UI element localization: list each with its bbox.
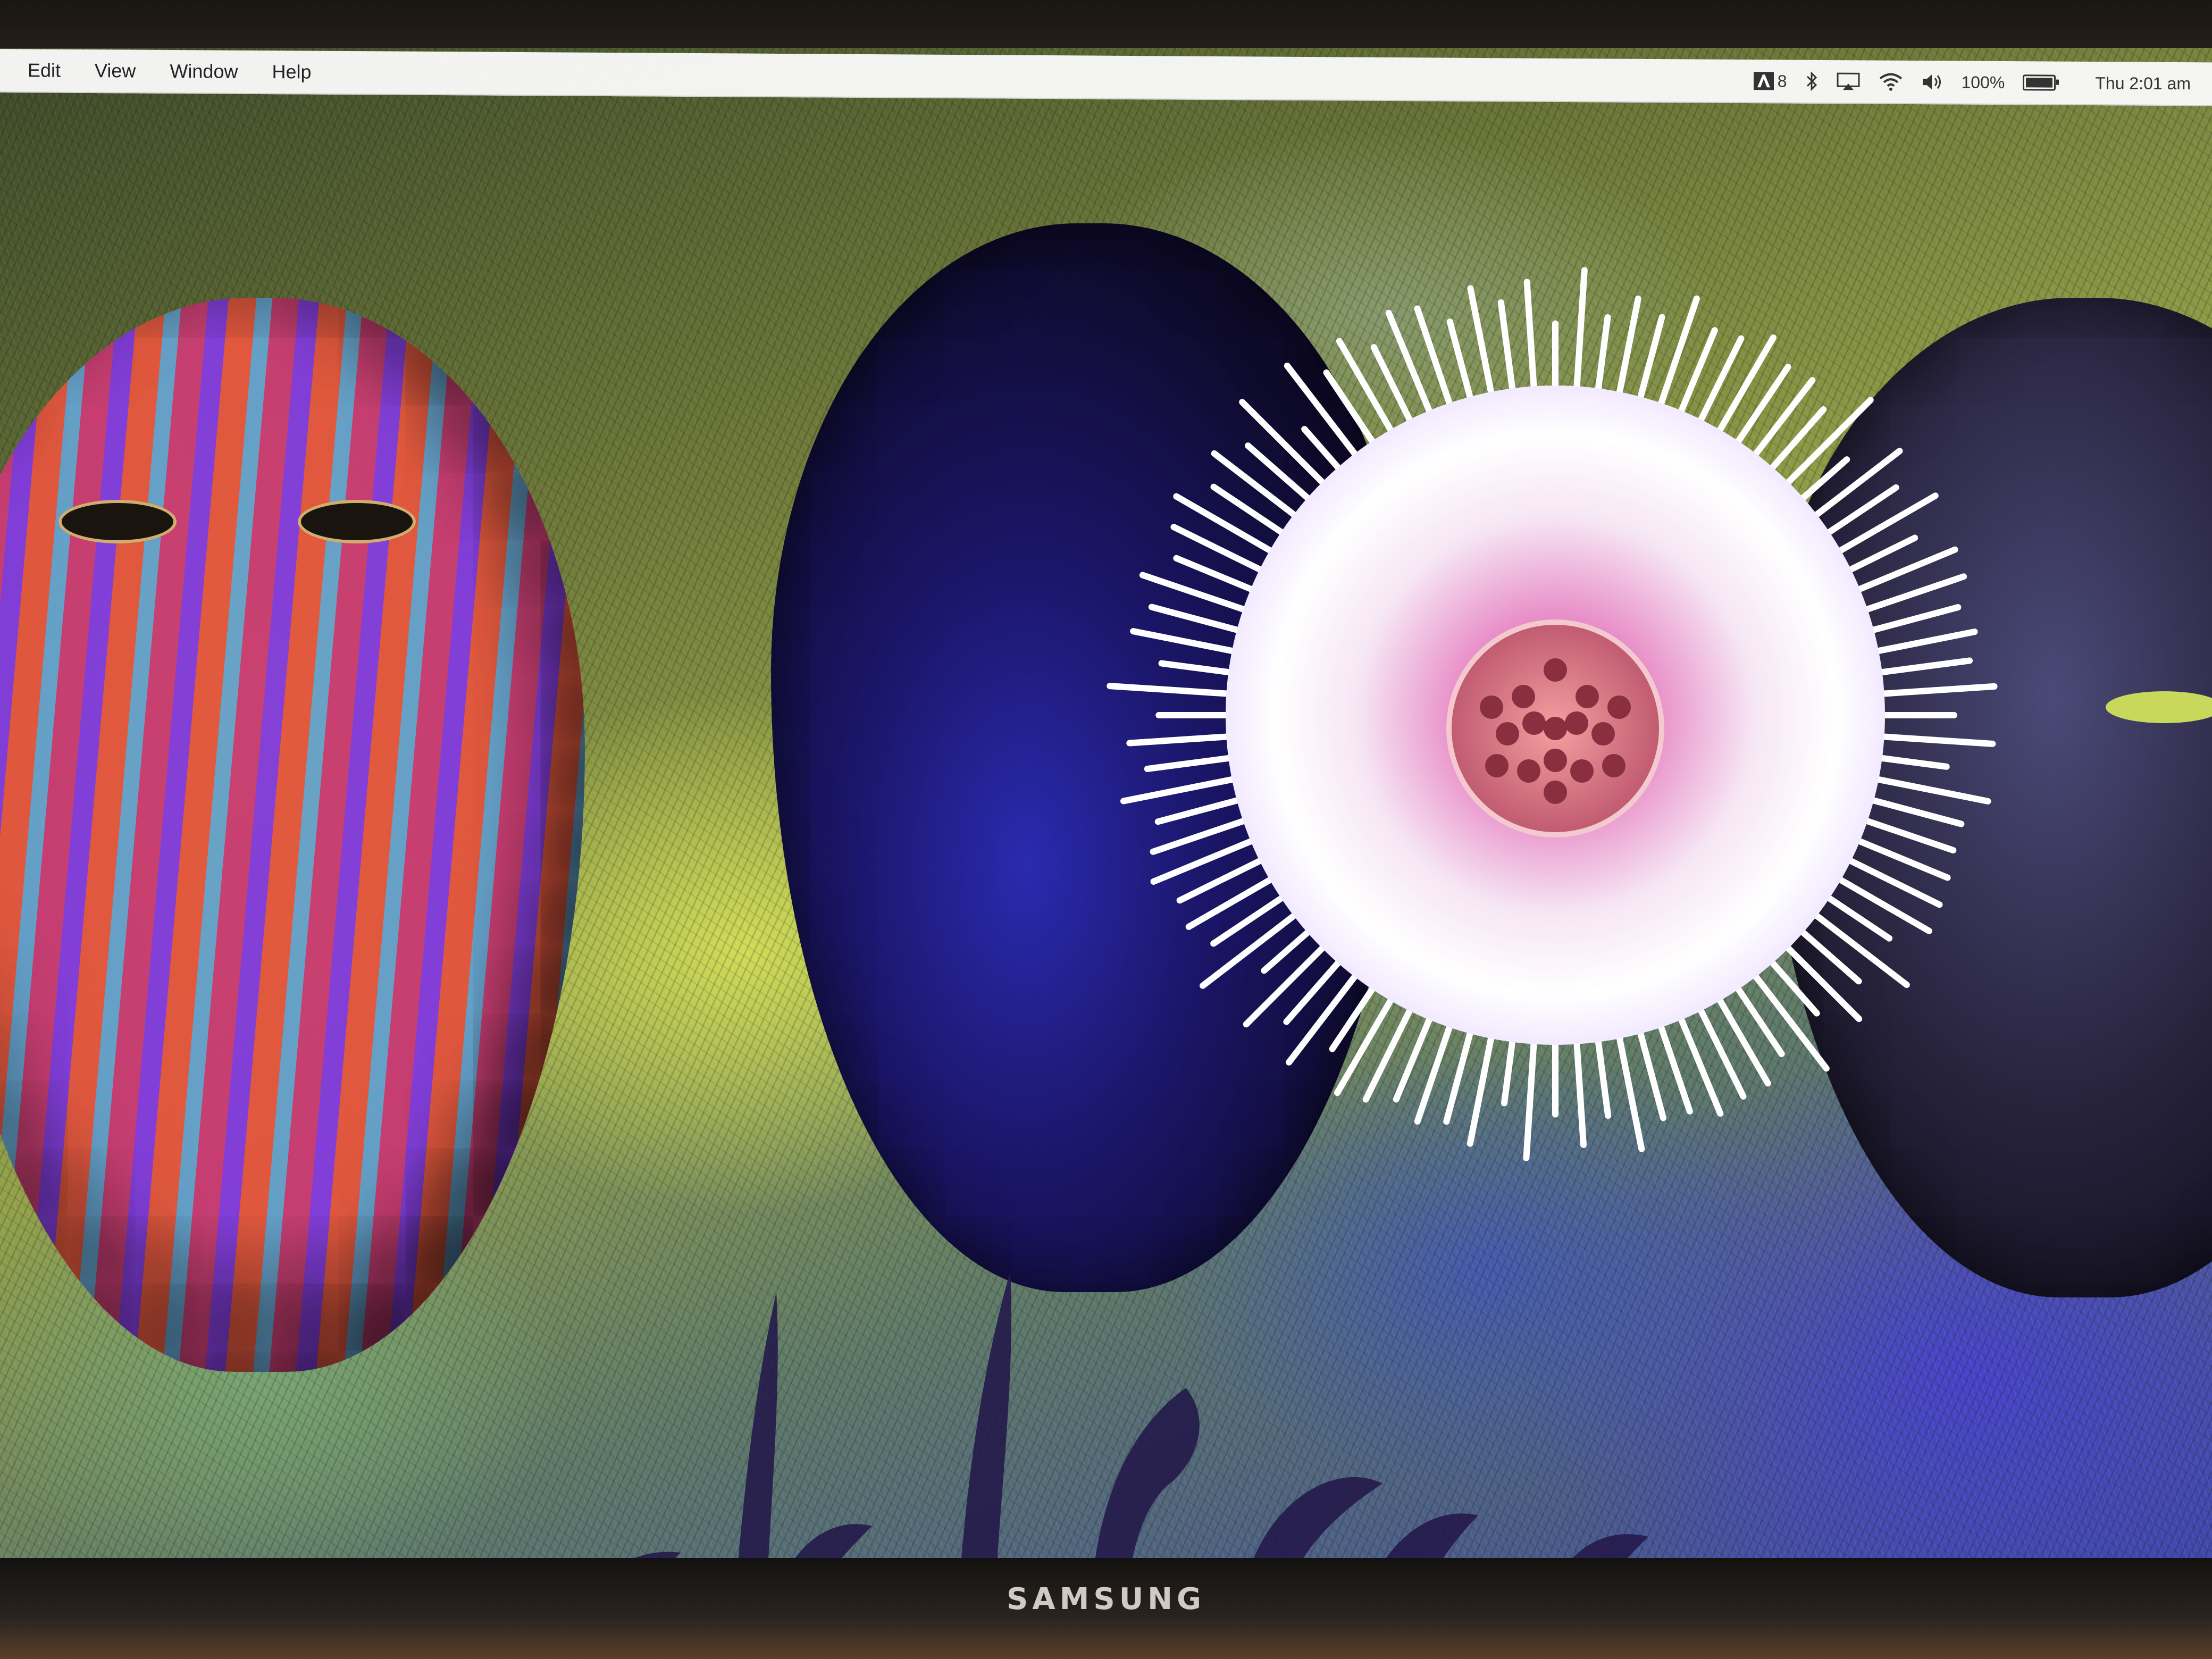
- disc-spike: [1573, 267, 1588, 400]
- disc-spike: [1805, 448, 1903, 524]
- disc-spike: [1334, 988, 1399, 1096]
- disc-spike: [1130, 628, 1246, 656]
- disc-spike: [1712, 988, 1771, 1087]
- disc-spike: [1712, 334, 1777, 442]
- glowing-spiked-disc: [1107, 267, 1998, 1161]
- bluetooth-icon[interactable]: [1805, 71, 1818, 91]
- disc-core-hole: [1485, 754, 1509, 777]
- battery-fill: [2026, 78, 2053, 88]
- disc-spike: [1158, 660, 1243, 677]
- disc-spike: [1170, 524, 1272, 577]
- disc-spike: [1614, 1025, 1645, 1152]
- disc-spike: [1868, 753, 1950, 770]
- disc-spike: [1614, 295, 1641, 406]
- disc-spike: [1729, 977, 1785, 1057]
- disc-spike: [1828, 872, 1932, 934]
- disc-spike: [1144, 753, 1243, 773]
- disc-spike: [1126, 733, 1241, 747]
- disc-spike: [1501, 1028, 1517, 1107]
- disc-spike: [1336, 338, 1399, 442]
- disc-spike: [1173, 493, 1283, 559]
- adobe-badge-count: 8: [1777, 71, 1787, 91]
- disc-spike: [1865, 774, 1991, 805]
- menu-help[interactable]: Help: [255, 61, 328, 83]
- status-area: 8 100% Thu 2:01 am: [1753, 71, 2212, 94]
- disc-spike: [1870, 733, 1996, 747]
- disc-core-hole: [1544, 658, 1567, 682]
- disc-core-hole: [1591, 722, 1615, 745]
- disc-core-hole: [1522, 711, 1546, 735]
- disc-spike: [1762, 952, 1820, 1017]
- disc-spike: [1523, 279, 1538, 400]
- screen-artwork: [0, 48, 2212, 1558]
- battery-percent: 100%: [1961, 72, 2005, 92]
- disc-core-hole: [1480, 696, 1503, 719]
- disc-spike: [1443, 1020, 1476, 1125]
- monitor-brand-logo: SAMSUNG: [1006, 1582, 1206, 1616]
- disc-spike: [1635, 314, 1665, 410]
- disc-spike: [1446, 318, 1476, 410]
- disc-spike: [1467, 285, 1496, 406]
- disc-spike: [1729, 364, 1791, 454]
- disc-spike: [1838, 853, 1943, 908]
- left-eye: [58, 500, 177, 543]
- disc-spike: [1594, 1028, 1612, 1119]
- disc-spike: [1120, 774, 1246, 805]
- disc-core-hole: [1544, 781, 1567, 804]
- menu-view[interactable]: View: [78, 60, 153, 82]
- wifi-icon[interactable]: [1879, 72, 1903, 91]
- disc-spike: [1107, 683, 1241, 698]
- right-eye: [298, 500, 416, 543]
- disc-spike: [1746, 377, 1816, 465]
- disc-spike: [1323, 369, 1381, 454]
- disc-spike: [1635, 1020, 1666, 1121]
- disc-core-hole: [1496, 722, 1519, 745]
- disc-core-hole: [1570, 759, 1594, 783]
- disc-spike: [1148, 604, 1251, 636]
- disc-spike: [1211, 450, 1305, 524]
- disc-spike: [1828, 492, 1939, 559]
- disc-spike: [1693, 998, 1747, 1100]
- disc-spike: [1523, 1030, 1538, 1161]
- disc-spike: [1154, 794, 1251, 825]
- disc-spike: [1362, 998, 1418, 1103]
- disc-spike: [1870, 683, 1998, 698]
- disc-core-hole: [1544, 717, 1567, 740]
- battery-icon[interactable]: [2023, 74, 2056, 91]
- clock[interactable]: Thu 2:01 am: [2095, 73, 2191, 94]
- menu-window[interactable]: Window: [153, 60, 255, 83]
- disc-spike: [1817, 484, 1899, 541]
- menu-edit[interactable]: Edit: [11, 59, 78, 82]
- disc-core-hole: [1576, 685, 1599, 708]
- disc-core-hole: [1565, 711, 1588, 735]
- disc-spike: [1245, 442, 1319, 508]
- volume-icon[interactable]: [1921, 72, 1943, 91]
- photo-of-monitor: Edit View Window Help 8 100% Thu 2:01 am…: [0, 0, 2212, 1659]
- disc-spike: [1210, 483, 1294, 541]
- disc-core-hole: [1512, 685, 1535, 708]
- disc-spike: [1573, 1030, 1587, 1149]
- disc-spike: [1865, 629, 1978, 656]
- disc-spike: [1778, 937, 1863, 1023]
- disc-core-hole: [1517, 759, 1540, 783]
- disc-core-hole: [1544, 749, 1567, 772]
- disc-spike: [1497, 299, 1517, 403]
- foreground-silhouettes: [635, 1271, 1648, 1558]
- adobe-logo-icon: [1753, 72, 1774, 90]
- disc-spike: [1283, 952, 1348, 1025]
- disc-spike: [1762, 406, 1827, 479]
- disc-spike: [1210, 889, 1294, 947]
- disc-spike: [1868, 657, 1973, 677]
- disc-spike: [1594, 314, 1611, 403]
- disc-spike: [1860, 794, 1965, 827]
- adobe-creative-cloud-icon[interactable]: 8: [1753, 71, 1787, 91]
- disc-core-hole: [1607, 696, 1631, 719]
- disc-spike: [1185, 872, 1283, 930]
- disc-spike: [1860, 604, 1962, 636]
- disc-spike: [1467, 1025, 1496, 1147]
- disc-spike: [1792, 922, 1862, 985]
- disc-core-hole: [1602, 754, 1626, 777]
- menu-list: Edit View Window Help: [0, 59, 329, 83]
- airplay-icon[interactable]: [1836, 72, 1861, 91]
